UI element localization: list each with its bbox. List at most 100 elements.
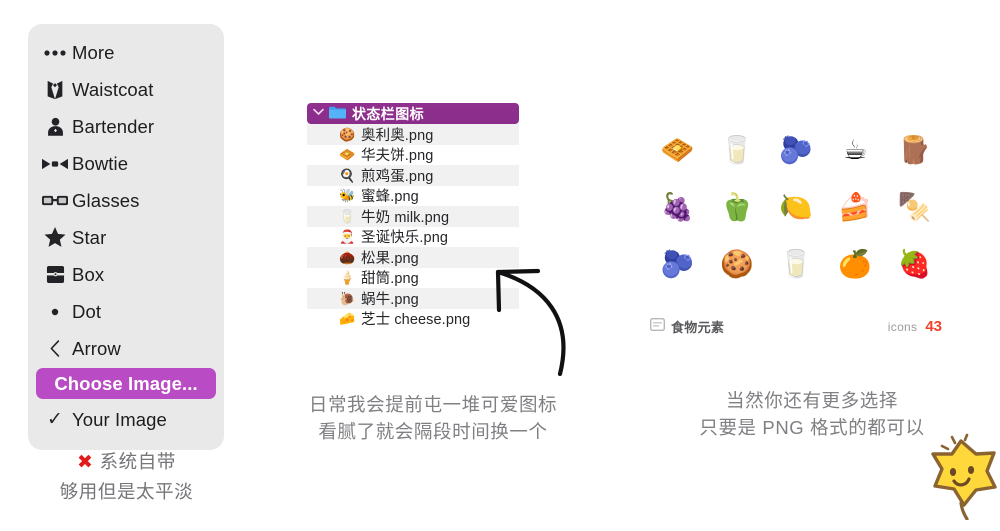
menu-item-star[interactable]: Star bbox=[28, 219, 224, 256]
menu-item-your-image[interactable]: ✓ Your Image bbox=[28, 401, 224, 438]
waffle-icon[interactable]: 🧇 bbox=[661, 137, 695, 164]
caption-right-line1: 当然你还有更多选择 bbox=[726, 390, 898, 411]
smiling-star-sticker-icon bbox=[921, 432, 999, 525]
menu-item-label: Waistcoat bbox=[72, 78, 154, 100]
file-name: 松果.png bbox=[361, 250, 419, 267]
file-name: 蜗牛.png bbox=[361, 291, 419, 308]
strawberry-icon[interactable]: 🍓 bbox=[898, 251, 932, 278]
file-icon: 🍳 bbox=[339, 167, 356, 183]
category-label: 食物元素 bbox=[671, 320, 725, 335]
checkmark-icon: ✓ bbox=[47, 409, 63, 430]
file-name: 芝士 cheese.png bbox=[361, 312, 471, 329]
bowtie-icon bbox=[38, 157, 72, 171]
caption-left-line1: ✖ 系统自带 bbox=[24, 448, 229, 478]
file-name: 奥利奥.png bbox=[361, 127, 434, 144]
category-icon bbox=[649, 317, 666, 336]
icon-count-value: 43 bbox=[925, 318, 942, 335]
menu-item-label: Star bbox=[72, 226, 107, 248]
folder-icon bbox=[329, 106, 346, 122]
ellipsis-icon bbox=[38, 49, 72, 57]
menu-item-label: Bartender bbox=[72, 115, 155, 137]
menu-item-more[interactable]: More bbox=[28, 34, 224, 71]
file-icon: 🎅 bbox=[339, 229, 356, 245]
lemon-icon[interactable]: 🍋 bbox=[779, 194, 813, 221]
file-list-item[interactable]: 🥛 牛奶 milk.png bbox=[307, 206, 519, 227]
milk-glass-icon[interactable]: 🥛 bbox=[720, 137, 754, 164]
file-list-header-title: 状态栏图标 bbox=[352, 105, 424, 122]
glasses-icon bbox=[38, 194, 72, 207]
arrow-left-icon bbox=[38, 340, 72, 357]
file-icon: 🧀 bbox=[339, 311, 356, 327]
menu-item-label: Arrow bbox=[72, 337, 121, 359]
file-list-item[interactable]: 🎅 圣诞快乐.png bbox=[307, 227, 519, 248]
cross-mark-icon: ✖ bbox=[77, 452, 94, 473]
caption-left-line2: 够用但是太平淡 bbox=[59, 480, 194, 502]
file-name: 煎鸡蛋.png bbox=[361, 168, 434, 185]
file-list-header-row[interactable]: 状态栏图标 bbox=[307, 103, 519, 124]
mangosteen-icon[interactable]: 🫐 bbox=[661, 251, 695, 278]
caption-right: 当然你还有更多选择 只要是 PNG 格式的都可以 bbox=[662, 388, 962, 442]
menu-item-label: Glasses bbox=[72, 189, 140, 211]
curved-arrow-up-left-icon bbox=[486, 262, 592, 389]
menu-item-bartender[interactable]: Bartender bbox=[28, 108, 224, 145]
box-icon bbox=[38, 265, 72, 284]
caption-middle-line2: 看腻了就会隔段时间换一个 bbox=[318, 420, 548, 442]
file-name: 圣诞快乐.png bbox=[361, 230, 449, 247]
star-icon bbox=[38, 227, 72, 248]
icon-grid-footer: 食物元素 icons 43 bbox=[648, 317, 944, 336]
plum-icon[interactable]: 🫐 bbox=[779, 137, 813, 164]
menu-item-dot[interactable]: Dot bbox=[28, 293, 224, 330]
waistcoat-icon bbox=[38, 79, 72, 101]
menu-item-label: Bowtie bbox=[72, 152, 129, 174]
menu-item-waistcoat[interactable]: Waistcoat bbox=[28, 71, 224, 108]
menu-item-box[interactable]: Box bbox=[28, 256, 224, 293]
icon-category: 食物元素 bbox=[649, 317, 725, 336]
menu-item-bowtie[interactable]: Bowtie bbox=[28, 145, 224, 182]
menu-item-glasses[interactable]: Glasses bbox=[28, 182, 224, 219]
status-bar-icon-menu: More Waistcoat Bartender Bowtie Glasses … bbox=[28, 24, 224, 450]
caption-middle-line1: 日常我会提前屯一堆可爱图标 bbox=[308, 394, 558, 415]
chevron-down-icon[interactable] bbox=[313, 108, 324, 119]
file-icon: 🌰 bbox=[339, 249, 356, 265]
orange-icon[interactable]: 🍊 bbox=[838, 251, 872, 278]
file-icon: 🍦 bbox=[339, 270, 356, 286]
dot-icon bbox=[38, 307, 72, 317]
file-list-item[interactable]: 🧇 华夫饼.png bbox=[307, 145, 519, 166]
caption-right-line2: 只要是 PNG 格式的都可以 bbox=[699, 416, 925, 438]
file-icon: 🧇 bbox=[339, 147, 356, 163]
file-list-item[interactable]: 🍳 煎鸡蛋.png bbox=[307, 165, 519, 186]
choose-image-label: Choose Image... bbox=[54, 372, 198, 394]
icon-count-label: icons bbox=[887, 320, 918, 334]
file-name: 蜜蜂.png bbox=[361, 189, 419, 206]
cotton-candy-icon[interactable]: 🍢 bbox=[898, 194, 932, 221]
menu-item-arrow[interactable]: Arrow bbox=[28, 330, 224, 367]
menu-item-label: More bbox=[72, 41, 115, 63]
caption-left-text1: 系统自带 bbox=[99, 451, 176, 472]
file-list-item[interactable]: 🐝 蜜蜂.png bbox=[307, 186, 519, 207]
cinnamon-stick-icon[interactable]: 🪵 bbox=[898, 137, 932, 164]
caption-left: ✖ 系统自带 够用但是太平淡 bbox=[24, 448, 229, 505]
file-name: 华夫饼.png bbox=[361, 148, 434, 165]
file-icon: 🐌 bbox=[339, 290, 356, 306]
file-list-item[interactable]: 🍪 奥利奥.png bbox=[307, 124, 519, 145]
choose-image-button[interactable]: Choose Image... bbox=[36, 368, 216, 399]
file-name: 牛奶 milk.png bbox=[361, 209, 450, 226]
menu-item-label: Box bbox=[72, 263, 105, 285]
coffee-cup-icon[interactable]: ☕ bbox=[843, 137, 867, 164]
grapes-icon[interactable]: 🍇 bbox=[661, 194, 695, 221]
water-glass-icon[interactable]: 🥛 bbox=[779, 251, 813, 278]
caption-middle: 日常我会提前屯一堆可爱图标 看腻了就会隔段时间换一个 bbox=[274, 392, 592, 446]
menu-item-label: Dot bbox=[72, 300, 102, 322]
file-icon: 🍪 bbox=[339, 126, 356, 142]
icon-grid: 🧇 🥛 🫐 ☕ 🪵 🍇 🫑 🍋 🍰 🍢 🫐 🍪 🥛 🍊 🍓 bbox=[648, 122, 944, 293]
cookie-icon[interactable]: 🍪 bbox=[720, 251, 754, 278]
icon-pack-preview: 🧇 🥛 🫐 ☕ 🪵 🍇 🫑 🍋 🍰 🍢 🫐 🍪 🥛 🍊 🍓 食物元素 icons… bbox=[648, 122, 944, 336]
menu-item-label: Your Image bbox=[72, 408, 167, 430]
file-name: 甜筒.png bbox=[361, 271, 419, 288]
icon-count: icons 43 bbox=[888, 318, 942, 335]
file-icon: 🐝 bbox=[339, 188, 356, 204]
bartender-icon bbox=[38, 116, 72, 138]
cake-slice-icon[interactable]: 🍰 bbox=[838, 194, 872, 221]
file-icon: 🥛 bbox=[339, 208, 356, 224]
bell-pepper-icon[interactable]: 🫑 bbox=[720, 194, 754, 221]
